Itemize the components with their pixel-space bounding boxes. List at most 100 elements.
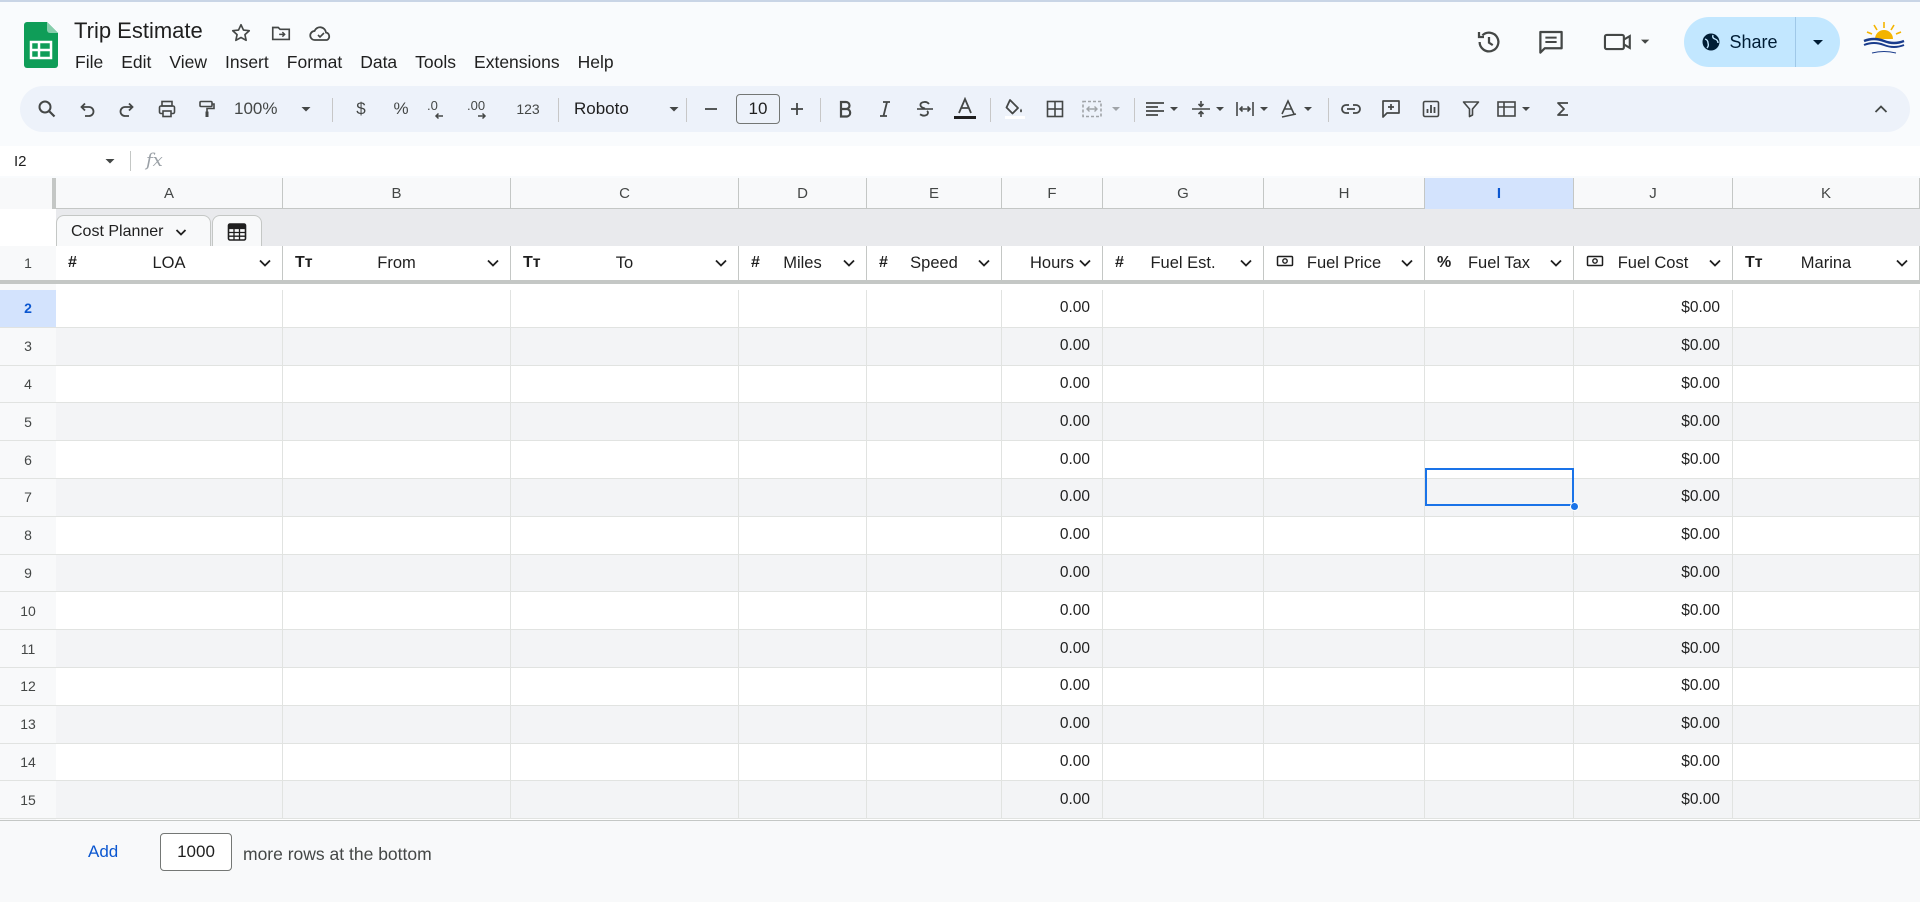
menu-format[interactable]: Format: [278, 50, 351, 74]
text-wrapping-icon[interactable]: [1232, 91, 1276, 127]
decrease-decimal-button[interactable]: .0: [424, 91, 456, 127]
table-name-dropdown[interactable]: Cost Planner: [56, 215, 211, 247]
table-cell[interactable]: [867, 743, 1002, 782]
table-cell[interactable]: [867, 327, 1002, 366]
table-column-header[interactable]: Fuel Price: [1264, 246, 1425, 284]
table-cell[interactable]: [1425, 705, 1574, 744]
row-header[interactable]: 5: [0, 403, 56, 442]
table-cell[interactable]: [739, 630, 867, 668]
table-cell[interactable]: [739, 743, 867, 782]
menu-tools[interactable]: Tools: [406, 50, 465, 74]
table-cell[interactable]: [1733, 516, 1920, 555]
move-folder-icon[interactable]: [266, 18, 296, 48]
table-cell[interactable]: [1425, 479, 1574, 517]
table-cell[interactable]: [283, 441, 511, 479]
table-cell[interactable]: [867, 441, 1002, 479]
table-cell[interactable]: [1425, 781, 1574, 820]
table-cell[interactable]: [511, 516, 739, 555]
filter-icon[interactable]: [1456, 91, 1486, 127]
table-cell[interactable]: [56, 290, 283, 328]
table-cell[interactable]: [1103, 554, 1264, 593]
functions-icon[interactable]: [1548, 91, 1578, 127]
paint-format-icon[interactable]: [192, 91, 222, 127]
column-header-c[interactable]: C: [511, 178, 739, 209]
table-cell[interactable]: [867, 781, 1002, 820]
add-rows-button[interactable]: Add: [88, 842, 118, 862]
table-cell[interactable]: [1103, 441, 1264, 479]
table-cell[interactable]: [283, 365, 511, 404]
table-cell[interactable]: $0.00: [1574, 554, 1733, 593]
italic-icon[interactable]: [870, 91, 900, 127]
table-cell[interactable]: [1264, 554, 1425, 593]
fill-handle[interactable]: [1570, 502, 1579, 511]
table-cell[interactable]: [56, 365, 283, 404]
table-cell[interactable]: 0.00: [1002, 592, 1103, 631]
table-cell[interactable]: [739, 441, 867, 479]
currency-format-button[interactable]: $: [346, 91, 376, 127]
text-rotation-icon[interactable]: [1276, 91, 1320, 127]
increase-decimal-button[interactable]: .00: [464, 91, 500, 127]
table-cell[interactable]: [1103, 403, 1264, 442]
table-cell[interactable]: [1425, 441, 1574, 479]
table-cell[interactable]: $0.00: [1574, 516, 1733, 555]
table-cell[interactable]: [1264, 592, 1425, 631]
table-column-header[interactable]: # LOA: [56, 246, 283, 284]
table-cell[interactable]: $0.00: [1574, 403, 1733, 442]
table-cell[interactable]: $0.00: [1574, 630, 1733, 668]
vertical-align-icon[interactable]: [1188, 91, 1232, 127]
table-cell[interactable]: $0.00: [1574, 668, 1733, 706]
table-cell[interactable]: $0.00: [1574, 592, 1733, 631]
table-cell[interactable]: [1264, 365, 1425, 404]
row-header[interactable]: 15: [0, 781, 56, 820]
table-cell[interactable]: [867, 554, 1002, 593]
row-header[interactable]: 7: [0, 479, 56, 517]
table-cell[interactable]: [739, 668, 867, 706]
font-size-input[interactable]: 10: [736, 94, 780, 124]
table-cell[interactable]: [1733, 592, 1920, 631]
table-cell[interactable]: [1103, 592, 1264, 631]
comments-icon[interactable]: [1533, 24, 1569, 60]
table-cell[interactable]: [867, 516, 1002, 555]
table-cell[interactable]: [56, 479, 283, 517]
table-cell[interactable]: [56, 516, 283, 555]
table-cell[interactable]: [1733, 554, 1920, 593]
table-cell[interactable]: $0.00: [1574, 290, 1733, 328]
row-header[interactable]: 11: [0, 630, 56, 668]
search-menus-icon[interactable]: [32, 91, 62, 127]
table-cell[interactable]: [739, 290, 867, 328]
share-options-dropdown[interactable]: [1796, 17, 1840, 67]
insert-link-icon[interactable]: [1336, 91, 1366, 127]
zoom-select[interactable]: 100%: [234, 91, 312, 127]
table-cell[interactable]: 0.00: [1002, 705, 1103, 744]
table-cell[interactable]: [1425, 743, 1574, 782]
table-cell[interactable]: [1425, 290, 1574, 328]
version-history-icon[interactable]: [1471, 24, 1507, 60]
table-cell[interactable]: 0.00: [1002, 668, 1103, 706]
menu-help[interactable]: Help: [569, 50, 623, 74]
table-cell[interactable]: 0.00: [1002, 441, 1103, 479]
table-column-header[interactable]: Hours: [1002, 246, 1103, 284]
sheets-logo-icon[interactable]: [24, 22, 58, 68]
table-cell[interactable]: [56, 668, 283, 706]
menu-insert[interactable]: Insert: [216, 50, 278, 74]
font-family-select[interactable]: Roboto: [568, 91, 686, 127]
table-cell[interactable]: [283, 403, 511, 442]
table-cell[interactable]: [283, 516, 511, 555]
table-cell[interactable]: 0.00: [1002, 630, 1103, 668]
table-cell[interactable]: [511, 290, 739, 328]
merge-cells-icon[interactable]: [1078, 91, 1128, 127]
table-cell[interactable]: [283, 479, 511, 517]
table-cell[interactable]: 0.00: [1002, 403, 1103, 442]
table-column-header[interactable]: Tт Marina: [1733, 246, 1920, 284]
table-cell[interactable]: [56, 403, 283, 442]
table-cell[interactable]: [1264, 516, 1425, 555]
row-header[interactable]: 9: [0, 555, 56, 593]
column-header-e[interactable]: E: [867, 178, 1002, 209]
table-cell[interactable]: [511, 327, 739, 366]
table-column-header[interactable]: # Fuel Est.: [1103, 246, 1264, 284]
table-cell[interactable]: [1733, 668, 1920, 706]
table-cell[interactable]: [1733, 630, 1920, 668]
table-cell[interactable]: [511, 554, 739, 593]
table-cell[interactable]: [1733, 743, 1920, 782]
table-cell[interactable]: $0.00: [1574, 743, 1733, 782]
